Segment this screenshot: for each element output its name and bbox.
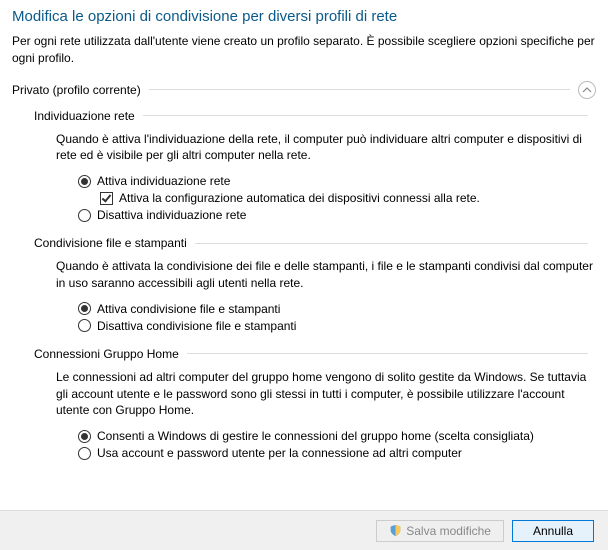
checkbox-auto-config[interactable]: Attiva la configurazione automatica dei … — [100, 191, 596, 205]
checkbox-icon — [100, 192, 113, 205]
radio-icon — [78, 319, 91, 332]
save-button[interactable]: Salva modifiche — [376, 520, 504, 542]
radio-filesharing-on[interactable]: Attiva condivisione file e stampanti — [78, 302, 596, 316]
radio-network-off[interactable]: Disattiva individuazione rete — [78, 208, 596, 222]
radio-label: Attiva individuazione rete — [97, 174, 230, 188]
checkbox-label: Attiva la configurazione automatica dei … — [119, 191, 480, 205]
radio-filesharing-off[interactable]: Disattiva condivisione file e stampanti — [78, 319, 596, 333]
radio-homegroup-user[interactable]: Usa account e password utente per la con… — [78, 446, 596, 460]
divider — [187, 353, 588, 354]
chevron-up-icon[interactable] — [578, 81, 596, 99]
button-label: Annulla — [533, 524, 573, 538]
radio-label: Attiva condivisione file e stampanti — [97, 302, 280, 316]
radio-icon — [78, 447, 91, 460]
section-file-sharing: Condivisione file e stampanti Quando è a… — [34, 236, 596, 333]
divider — [195, 243, 588, 244]
section-desc: Quando è attiva l'individuazione della r… — [56, 131, 596, 165]
section-desc: Quando è attivata la condivisione dei fi… — [56, 258, 596, 292]
profile-header[interactable]: Privato (profilo corrente) — [12, 81, 596, 99]
profile-label: Privato (profilo corrente) — [12, 83, 141, 97]
page-subtitle: Per ogni rete utilizzata dall'utente vie… — [12, 33, 596, 67]
radio-network-on[interactable]: Attiva individuazione rete — [78, 174, 596, 188]
radio-icon — [78, 302, 91, 315]
radio-label: Disattiva individuazione rete — [97, 208, 246, 222]
section-title: Connessioni Gruppo Home — [34, 347, 179, 361]
radio-icon — [78, 430, 91, 443]
shield-icon — [389, 524, 402, 537]
section-desc: Le connessioni ad altri computer del gru… — [56, 369, 596, 419]
cancel-button[interactable]: Annulla — [512, 520, 594, 542]
page-title: Modifica le opzioni di condivisione per … — [12, 8, 596, 25]
button-label: Salva modifiche — [406, 524, 491, 538]
section-title: Individuazione rete — [34, 109, 135, 123]
divider — [149, 89, 570, 90]
radio-homegroup-windows[interactable]: Consenti a Windows di gestire le conness… — [78, 429, 596, 443]
radio-label: Consenti a Windows di gestire le conness… — [97, 429, 534, 443]
divider — [143, 115, 588, 116]
radio-icon — [78, 209, 91, 222]
section-network-discovery: Individuazione rete Quando è attiva l'in… — [34, 109, 596, 223]
radio-label: Usa account e password utente per la con… — [97, 446, 462, 460]
section-homegroup: Connessioni Gruppo Home Le connessioni a… — [34, 347, 596, 460]
footer: Salva modifiche Annulla — [0, 510, 608, 550]
section-title: Condivisione file e stampanti — [34, 236, 187, 250]
radio-icon — [78, 175, 91, 188]
radio-label: Disattiva condivisione file e stampanti — [97, 319, 296, 333]
